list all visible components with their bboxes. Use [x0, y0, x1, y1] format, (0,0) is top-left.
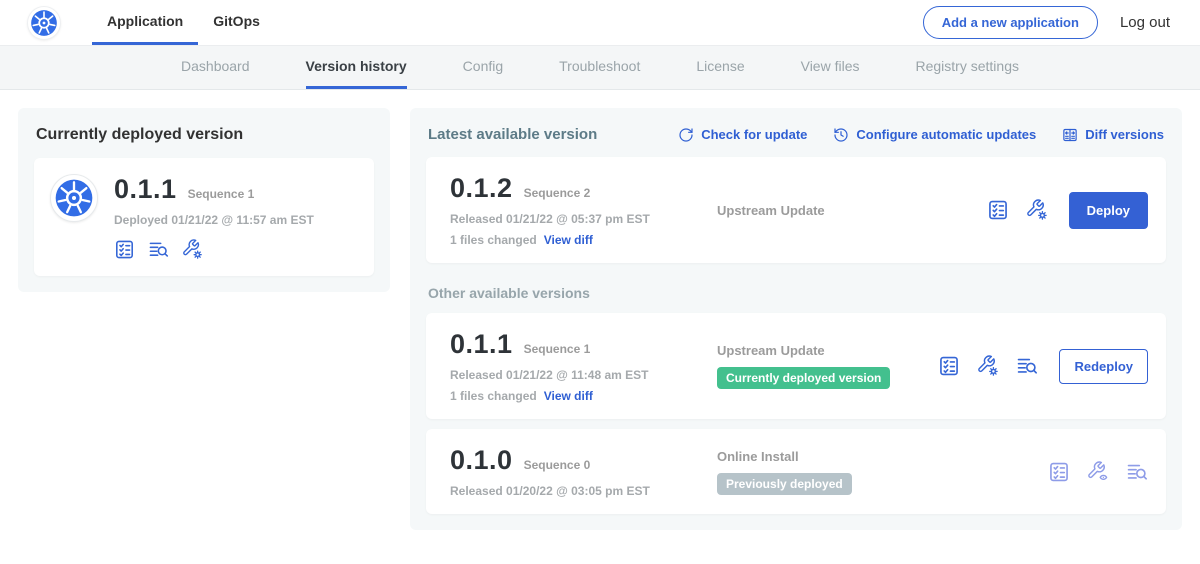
- version-number: 0.1.2: [450, 173, 513, 204]
- configure-automatic-updates-label: Configure automatic updates: [856, 127, 1036, 142]
- currently-deployed-badge: Currently deployed version: [717, 367, 890, 389]
- version-number: 0.1.1: [450, 329, 513, 360]
- diff-columns-icon: [1062, 127, 1078, 143]
- deployed-version-card: 0.1.1 Sequence 1 Deployed 01/21/22 @ 11:…: [34, 158, 374, 276]
- preflight-checklist-icon[interactable]: [114, 239, 135, 260]
- version-history-panel: Latest available version Check for updat…: [410, 108, 1182, 530]
- config-wrench-gear-icon[interactable]: [182, 239, 203, 260]
- preflight-checklist-icon[interactable]: [938, 355, 960, 377]
- deploy-logs-icon[interactable]: [1126, 461, 1148, 483]
- version-card-0-1-1: 0.1.1 Sequence 1 Released 01/21/22 @ 11:…: [426, 313, 1166, 419]
- app-subnav: Dashboard Version history Config Trouble…: [0, 46, 1200, 90]
- add-new-application-button[interactable]: Add a new application: [923, 6, 1098, 39]
- subnav-config[interactable]: Config: [463, 46, 503, 89]
- sequence-label: Sequence 2: [524, 186, 591, 200]
- currently-deployed-panel: Currently deployed version 0.1.1 Sequenc…: [18, 108, 390, 292]
- released-timestamp: Released 01/21/22 @ 11:48 am EST: [450, 368, 705, 382]
- view-diff-link[interactable]: View diff: [544, 389, 593, 403]
- version-source-label: Upstream Update: [717, 203, 987, 218]
- redeploy-button[interactable]: Redeploy: [1059, 349, 1148, 384]
- preflight-checklist-icon[interactable]: [1048, 461, 1070, 483]
- config-wrench-gear-icon[interactable]: [1026, 199, 1048, 221]
- version-card-0-1-0: 0.1.0 Sequence 0 Released 01/20/22 @ 03:…: [426, 429, 1166, 514]
- tab-gitops[interactable]: GitOps: [198, 0, 275, 45]
- check-for-update-label: Check for update: [701, 127, 807, 142]
- logout-button[interactable]: Log out: [1120, 14, 1170, 31]
- check-for-update-link[interactable]: Check for update: [678, 127, 807, 143]
- other-available-versions-title: Other available versions: [428, 285, 1164, 301]
- diff-versions-label: Diff versions: [1085, 127, 1164, 142]
- version-source-label: Online Install: [717, 449, 1048, 464]
- currently-deployed-title: Currently deployed version: [36, 126, 374, 144]
- version-number: 0.1.0: [450, 445, 513, 476]
- kubernetes-logo-icon: [28, 7, 60, 39]
- diff-versions-link[interactable]: Diff versions: [1062, 127, 1164, 143]
- previously-deployed-badge: Previously deployed: [717, 473, 852, 495]
- version-card-0-1-2: 0.1.2 Sequence 2 Released 01/21/22 @ 05:…: [426, 157, 1166, 263]
- app-tabs: Application GitOps: [92, 0, 275, 45]
- configure-automatic-updates-link[interactable]: Configure automatic updates: [833, 127, 1036, 143]
- config-wrench-eye-icon[interactable]: [1087, 461, 1109, 483]
- app-kubernetes-icon: [50, 174, 98, 222]
- deployed-sequence-label: Sequence 1: [188, 187, 255, 201]
- deploy-logs-icon[interactable]: [148, 239, 169, 260]
- subnav-registry-settings[interactable]: Registry settings: [916, 46, 1019, 89]
- files-changed-label: 1 files changed: [450, 233, 537, 247]
- refresh-icon: [678, 127, 694, 143]
- subnav-version-history[interactable]: Version history: [306, 46, 407, 89]
- top-header: Application GitOps Add a new application…: [0, 0, 1200, 46]
- subnav-dashboard[interactable]: Dashboard: [181, 46, 250, 89]
- version-source-label: Upstream Update: [717, 343, 938, 358]
- files-changed-label: 1 files changed: [450, 389, 537, 403]
- deploy-button[interactable]: Deploy: [1069, 192, 1148, 229]
- deployed-timestamp: Deployed 01/21/22 @ 11:57 am EST: [114, 213, 314, 227]
- subnav-view-files[interactable]: View files: [801, 46, 860, 89]
- subnav-troubleshoot[interactable]: Troubleshoot: [559, 46, 640, 89]
- latest-available-title: Latest available version: [428, 126, 597, 143]
- deployed-version-number: 0.1.1: [114, 174, 177, 205]
- released-timestamp: Released 01/20/22 @ 03:05 pm EST: [450, 484, 705, 498]
- schedule-clock-icon: [833, 127, 849, 143]
- view-diff-link[interactable]: View diff: [544, 233, 593, 247]
- tab-application[interactable]: Application: [92, 0, 198, 45]
- preflight-checklist-icon[interactable]: [987, 199, 1009, 221]
- subnav-license[interactable]: License: [696, 46, 744, 89]
- config-wrench-gear-icon[interactable]: [977, 355, 999, 377]
- deploy-logs-icon[interactable]: [1016, 355, 1038, 377]
- sequence-label: Sequence 1: [524, 342, 591, 356]
- released-timestamp: Released 01/21/22 @ 05:37 pm EST: [450, 212, 705, 226]
- sequence-label: Sequence 0: [524, 458, 591, 472]
